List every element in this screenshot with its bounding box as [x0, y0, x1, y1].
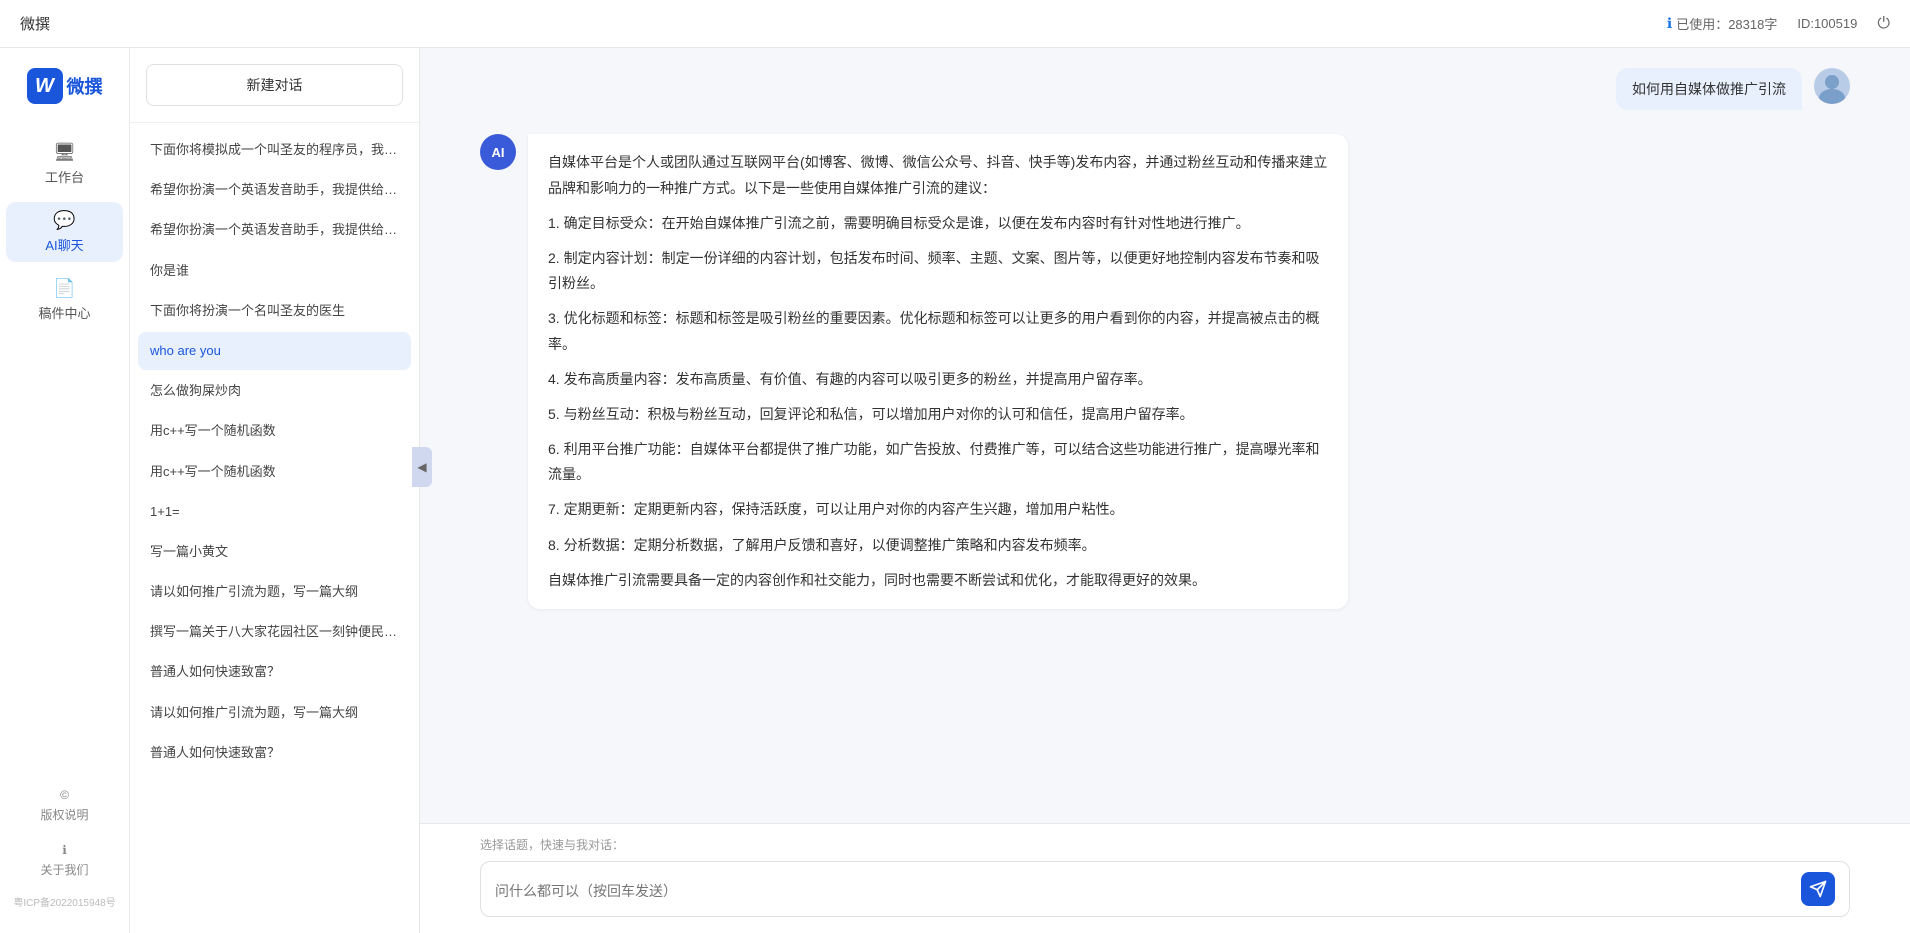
chat-messages: 如何用自媒体做推广引流 AI 自媒体平台是个人或团队通过互联网平	[420, 48, 1910, 823]
workspace-icon: 🖥	[53, 142, 76, 163]
logo-w-icon: W	[27, 68, 63, 104]
ai-avatar-label: AI	[492, 145, 505, 160]
sidebar-item-ai-chat[interactable]: 💬 AI聊天	[6, 202, 122, 262]
chat-history-item[interactable]: 希望你扮演一个英语发音助手，我提供给你...	[138, 211, 411, 249]
chat-history-item[interactable]: 请以如何推广引流为题，写一篇大纲	[138, 694, 411, 732]
logo-area: W 微撰	[27, 68, 103, 104]
chat-history-item[interactable]: 希望你扮演一个英语发音助手，我提供给你...	[138, 171, 411, 209]
chat-history-item[interactable]: 你是谁	[138, 252, 411, 290]
ai-avatar: AI	[480, 134, 516, 170]
user-avatar	[1814, 68, 1850, 104]
usage-text: 已使用：28318字	[1676, 14, 1777, 33]
topbar-right: ℹ 已使用：28318字 ID:100519 ⏻	[1667, 14, 1890, 33]
chat-input[interactable]	[495, 881, 1793, 897]
chat-history-item[interactable]: who are you	[138, 332, 411, 370]
ai-message-bubble: 自媒体平台是个人或团队通过互联网平台(如博客、微博、微信公众号、抖音、快手等)发…	[528, 134, 1348, 609]
about-label: 关于我们	[40, 861, 88, 878]
send-button[interactable]	[1801, 872, 1835, 906]
chat-history-item[interactable]: 用c++写一个随机函数	[138, 453, 411, 491]
collapse-sidebar-button[interactable]: ◀	[412, 447, 432, 487]
chat-history-item[interactable]: 普通人如何快速致富？	[138, 653, 411, 691]
nav-bottom: © 版权说明 ℹ 关于我们 粤ICP备2022015948号	[0, 780, 129, 913]
ai-message-row: AI 自媒体平台是个人或团队通过互联网平台(如博客、微博、微信公众号、抖音、快手…	[480, 134, 1850, 609]
sidebar-item-about[interactable]: ℹ 关于我们	[6, 835, 122, 886]
chat-history-item[interactable]: 撰写一篇关于八大家花园社区一刻钟便民生...	[138, 613, 411, 651]
ai-chat-label: AI聊天	[45, 235, 83, 254]
power-icon[interactable]: ⏻	[1877, 15, 1890, 33]
chat-input-area: 选择话题，快速与我对话：	[420, 823, 1910, 933]
ai-paragraph: 6. 利用平台推广功能：自媒体平台都提供了推广功能，如广告投放、付费推广等，可以…	[548, 437, 1328, 487]
chat-history-item[interactable]: 1+1=	[138, 493, 411, 531]
ai-paragraph: 自媒体推广引流需要具备一定的内容创作和社交能力，同时也需要不断尝试和优化，才能取…	[548, 568, 1328, 593]
chat-history-item[interactable]: 请以如何推广引流为题，写一篇大纲	[138, 573, 411, 611]
info-icon: ℹ	[1667, 15, 1672, 32]
user-message-text: 如何用自媒体做推广引流	[1632, 81, 1786, 97]
user-message-bubble: 如何用自媒体做推广引流	[1616, 68, 1802, 110]
sidebar-item-copyright[interactable]: © 版权说明	[6, 780, 122, 831]
topbar-id: ID:100519	[1797, 16, 1857, 31]
user-message-row: 如何用自媒体做推广引流	[480, 68, 1850, 110]
ai-paragraph: 1. 确定目标受众：在开始自媒体推广引流之前，需要明确目标受众是谁，以便在发布内…	[548, 211, 1328, 236]
chat-history-item[interactable]: 用c++写一个随机函数	[138, 412, 411, 450]
ai-chat-icon: 💬	[53, 210, 75, 231]
new-chat-button[interactable]: 新建对话	[146, 64, 403, 106]
ai-paragraph: 4. 发布高质量内容：发布高质量、有价值、有趣的内容可以吸引更多的粉丝，并提高用…	[548, 367, 1328, 392]
copyright-label: 版权说明	[40, 806, 88, 823]
logo-text: 微撰	[67, 73, 103, 99]
drafts-icon: 📄	[53, 278, 75, 299]
chat-area: 如何用自媒体做推广引流 AI 自媒体平台是个人或团队通过互联网平	[420, 48, 1910, 933]
beian-text: 粤ICP备2022015948号	[5, 890, 123, 913]
ai-paragraph: 2. 制定内容计划：制定一份详细的内容计划，包括发布时间、频率、主题、文案、图片…	[548, 246, 1328, 296]
ai-paragraph: 自媒体平台是个人或团队通过互联网平台(如博客、微博、微信公众号、抖音、快手等)发…	[548, 150, 1328, 200]
quick-prompt-label: 选择话题，快速与我对话：	[480, 836, 1850, 853]
chat-history-item[interactable]: 下面你将扮演一个名叫圣友的医生	[138, 292, 411, 330]
chat-history-item[interactable]: 下面你将模拟成一个叫圣友的程序员，我说...	[138, 131, 411, 169]
left-nav: W 微撰 🖥 工作台 💬 AI聊天 📄 稿件中心 © 版权说明 ℹ	[0, 48, 130, 933]
ai-message-text: 自媒体平台是个人或团队通过互联网平台(如博客、微博、微信公众号、抖音、快手等)发…	[548, 150, 1328, 593]
chat-history-item[interactable]: 普通人如何快速致富？	[138, 734, 411, 772]
chat-history-sidebar: 新建对话 下面你将模拟成一个叫圣友的程序员，我说...希望你扮演一个英语发音助手…	[130, 48, 420, 933]
input-box-wrap	[480, 861, 1850, 917]
topbar: 微撰 ℹ 已使用：28318字 ID:100519 ⏻	[0, 0, 1910, 48]
about-icon: ℹ	[62, 843, 67, 857]
ai-paragraph: 7. 定期更新：定期更新内容，保持活跃度，可以让用户对你的内容产生兴趣，增加用户…	[548, 497, 1328, 522]
sidebar-item-drafts[interactable]: 📄 稿件中心	[6, 270, 122, 330]
sidebar-item-workspace[interactable]: 🖥 工作台	[6, 134, 122, 194]
drafts-label: 稿件中心	[38, 303, 90, 322]
sidebar-header: 新建对话	[130, 48, 419, 123]
ai-paragraph: 5. 与粉丝互动：积极与粉丝互动，回复评论和私信，可以增加用户对你的认可和信任，…	[548, 402, 1328, 427]
topbar-usage: ℹ 已使用：28318字	[1667, 14, 1777, 33]
chat-history-item[interactable]: 写一篇小黄文	[138, 533, 411, 571]
workspace-label: 工作台	[45, 167, 84, 186]
ai-paragraph: 3. 优化标题和标签：标题和标签是吸引粉丝的重要因素。优化标题和标签可以让更多的…	[548, 306, 1328, 356]
main-layout: W 微撰 🖥 工作台 💬 AI聊天 📄 稿件中心 © 版权说明 ℹ	[0, 48, 1910, 933]
chat-history-list: 下面你将模拟成一个叫圣友的程序员，我说...希望你扮演一个英语发音助手，我提供给…	[130, 123, 419, 933]
ai-paragraph: 8. 分析数据：定期分析数据，了解用户反馈和喜好，以便调整推广策略和内容发布频率…	[548, 533, 1328, 558]
copyright-icon: ©	[60, 788, 69, 802]
chat-history-item[interactable]: 怎么做狗屎炒肉	[138, 372, 411, 410]
nav-items: 🖥 工作台 💬 AI聊天 📄 稿件中心	[0, 134, 129, 330]
topbar-title: 微撰	[20, 13, 1667, 34]
